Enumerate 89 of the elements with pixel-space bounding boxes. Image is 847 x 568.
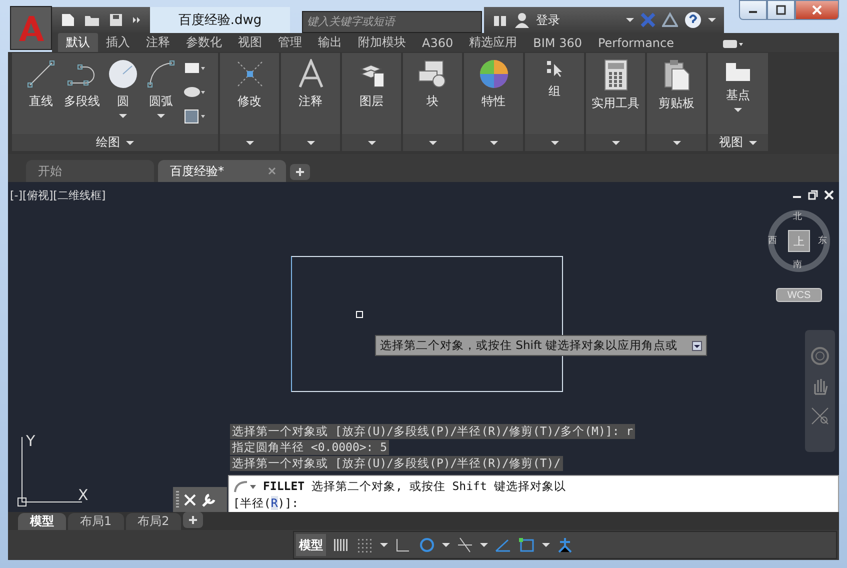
triangle-icon[interactable] (662, 12, 678, 28)
viewport-controls[interactable]: [-][俯视][二维线框] (10, 188, 106, 203)
tooltip-text: 选择第二个对象，或按住 Shift 键选择对象以应用角点或 (380, 338, 678, 353)
ribbon-tab[interactable]: 插入 (98, 33, 138, 52)
ribbon-tab[interactable]: A360 (414, 33, 462, 52)
application-menu-button[interactable] (10, 6, 52, 50)
ribbon-tab[interactable]: 输出 (310, 33, 350, 52)
minimize-button[interactable] (739, 0, 767, 20)
square-icon[interactable] (518, 537, 536, 553)
pickbox-cursor (356, 311, 363, 318)
ribbon-tab[interactable]: 参数化 (178, 33, 230, 52)
grip-icon (176, 490, 180, 510)
caret-icon[interactable] (542, 543, 550, 547)
group-icon (544, 59, 564, 79)
drawing-canvas[interactable] (8, 182, 839, 512)
ribbon-tab[interactable]: 精选应用 (461, 33, 526, 52)
viewcube-ring[interactable]: 北 西 上 东 南 (768, 210, 830, 272)
caret-icon[interactable] (480, 543, 488, 547)
user-icon[interactable] (514, 12, 530, 28)
color-wheel-icon (478, 59, 508, 89)
maximize-button[interactable] (767, 0, 795, 20)
axis-label: Y (26, 432, 36, 450)
modify-icon (234, 59, 264, 89)
model-space-button[interactable]: 模型 (296, 534, 326, 556)
panel-toggle-button[interactable] (722, 39, 744, 49)
hatch-icon[interactable] (182, 107, 206, 125)
save-icon[interactable] (108, 12, 124, 28)
new-tab-button[interactable] (290, 164, 310, 180)
document-tab[interactable]: 开始 (26, 160, 154, 182)
caret-icon[interactable] (708, 18, 716, 22)
ribbon-tool-button[interactable]: 基点 (722, 57, 754, 134)
panel-title-button[interactable]: 视图 (708, 134, 768, 151)
plus-icon (188, 515, 198, 525)
draw-tool-button[interactable]: 多段线 (62, 57, 102, 134)
layout-tab[interactable]: 布局2 (126, 513, 182, 530)
ribbon-tab[interactable]: 视图 (230, 33, 270, 52)
maximize-icon (776, 5, 786, 15)
draw-tool-button[interactable]: 圆 (106, 57, 140, 134)
polar-icon[interactable] (418, 537, 436, 553)
ribbon-tab[interactable]: 管理 (270, 33, 310, 52)
compass-label: 东 (818, 234, 827, 247)
logo-icon (16, 13, 46, 43)
command-option[interactable]: [半径(R)]: (233, 496, 838, 511)
sign-in-link[interactable]: 登录 (536, 12, 560, 28)
command-prompt: FILLET 选择第二个对象, 或按住 Shift 键选择对象以 (263, 479, 566, 494)
circle-icon (108, 59, 138, 89)
layout-tab[interactable]: 模型 (18, 513, 66, 530)
snap-icon[interactable] (356, 537, 374, 553)
wrench-icon[interactable] (200, 492, 216, 508)
draw-tool-button[interactable]: 圆弧 (144, 57, 178, 134)
ribbon-tab[interactable]: BIM 360 (525, 33, 590, 52)
compass-label: 南 (793, 258, 802, 271)
compass-label: 北 (793, 210, 802, 223)
minimize-ribbon-icon (722, 39, 744, 49)
figure-icon[interactable] (556, 537, 574, 553)
search-field[interactable]: 键入关键字或短语 (302, 11, 482, 33)
zoom-icon[interactable] (810, 406, 830, 426)
calculator-icon (604, 59, 628, 91)
panel-title-button[interactable]: 绘图 (12, 134, 218, 151)
window-title: 百度经验.dwg (150, 7, 290, 33)
clipboard-icon (664, 59, 690, 91)
ribbon-tab[interactable]: 注释 (138, 33, 178, 52)
grid-icon[interactable] (332, 537, 350, 553)
line-icon (26, 59, 56, 89)
osnap-icon[interactable] (456, 537, 474, 553)
restore-icon[interactable] (808, 190, 818, 200)
caret-icon[interactable] (626, 18, 634, 22)
axis-label: X (78, 486, 88, 504)
expand-icon (692, 340, 702, 350)
ribbon-tab[interactable]: Performance (590, 33, 682, 52)
ribbon-tab[interactable]: 附加模块 (350, 33, 414, 52)
new-layout-button[interactable] (183, 512, 204, 528)
help-icon[interactable] (684, 11, 702, 29)
close-icon (812, 5, 822, 15)
caret-icon[interactable] (380, 543, 388, 547)
compass-label: 西 (768, 235, 777, 247)
layout-tab[interactable]: 布局1 (68, 513, 124, 530)
new-file-icon[interactable] (60, 12, 76, 28)
close-button[interactable] (795, 0, 839, 20)
command-icon[interactable] (233, 480, 257, 494)
caret-icon[interactable] (442, 543, 450, 547)
draw-tool-button[interactable]: 直线 (24, 57, 58, 134)
plus-icon (295, 167, 305, 177)
ribbon-tab[interactable]: 默认 (58, 33, 98, 52)
document-tab[interactable]: 百度经验* (158, 160, 286, 182)
angle-icon[interactable] (494, 537, 512, 553)
ortho-icon[interactable] (394, 537, 412, 553)
arc-icon (146, 59, 176, 89)
block-icon (416, 59, 448, 89)
